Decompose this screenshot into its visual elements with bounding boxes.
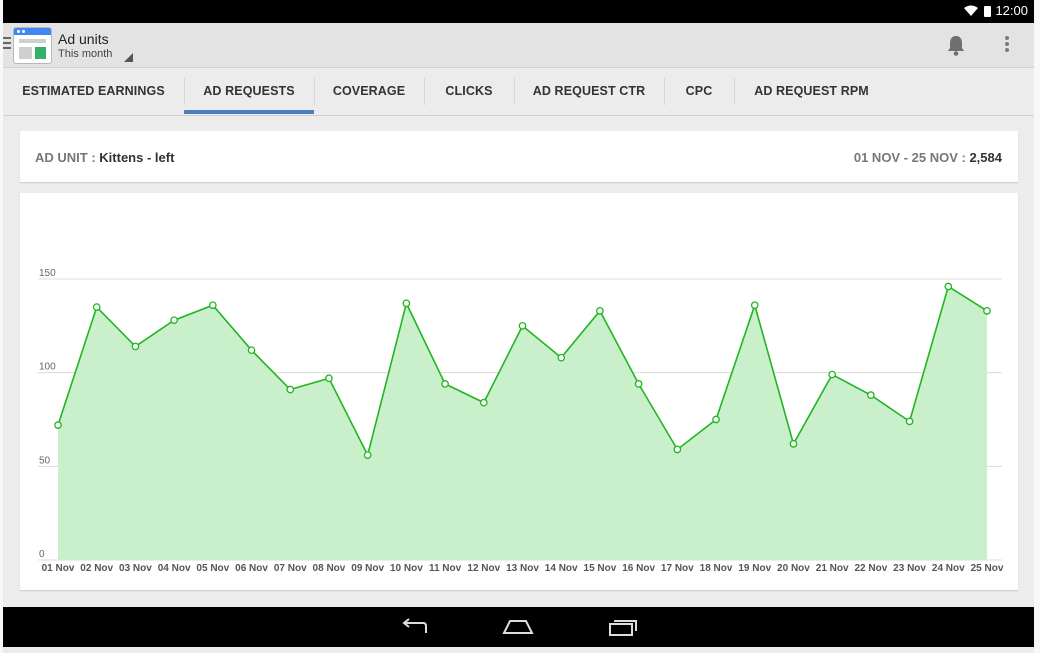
wifi-icon (964, 5, 978, 16)
x-tick-label: 10 Nov (390, 563, 423, 574)
summary-card: AD UNIT : Kittens - left 01 NOV - 25 NOV… (20, 131, 1018, 182)
x-tick-label: 06 Nov (235, 563, 268, 574)
app-icon[interactable] (13, 27, 52, 64)
data-point (983, 306, 991, 315)
menu-icon[interactable] (3, 37, 11, 52)
date-range-label: 01 NOV - 25 NOV : (853, 150, 970, 165)
x-tick-label: 13 Nov (506, 563, 539, 574)
x-tick-label: 12 Nov (467, 563, 500, 574)
data-point (673, 445, 682, 454)
tab-clicks[interactable]: CLICKS (424, 68, 514, 115)
data-point (828, 370, 837, 379)
x-tick-label: 20 Nov (777, 563, 810, 574)
x-tick-label: 24 Nov (932, 563, 965, 574)
x-tick-label: 05 Nov (196, 563, 229, 574)
tab-estimated-earnings[interactable]: ESTIMATED EARNINGS (3, 68, 184, 115)
data-point (54, 421, 62, 429)
x-tick-label: 19 Nov (738, 563, 771, 574)
recents-icon[interactable] (607, 617, 639, 637)
back-icon[interactable] (400, 617, 430, 637)
data-point (634, 380, 643, 388)
action-bar: Ad units This month (3, 23, 1034, 68)
x-tick-label: 21 Nov (816, 563, 849, 574)
data-point (905, 417, 914, 426)
x-tick-label: 08 Nov (313, 563, 346, 574)
x-tick-label: 14 Nov (545, 563, 578, 574)
y-tick-label: 100 (39, 362, 56, 373)
data-point (789, 440, 798, 448)
data-point (712, 415, 720, 424)
x-tick-label: 02 Nov (80, 563, 113, 574)
data-point (944, 282, 953, 291)
data-point (247, 346, 256, 355)
tab-ad-requests[interactable]: AD REQUESTS (184, 68, 314, 115)
data-point (363, 451, 372, 459)
x-tick-label: 23 Nov (893, 563, 926, 574)
period-selector[interactable]: This month (58, 48, 112, 60)
tab-ad-request-rpm[interactable]: AD REQUEST RPM (734, 68, 889, 115)
x-tick-label: 22 Nov (854, 563, 887, 574)
home-icon[interactable] (502, 617, 534, 637)
x-tick-label: 18 Nov (700, 563, 733, 574)
device-screen: 12:00 Ad units This month ESTIMATED EARN… (3, 0, 1034, 653)
x-tick-label: 17 Nov (661, 563, 694, 574)
x-tick-label: 16 Nov (622, 563, 655, 574)
x-tick-label: 03 Nov (119, 563, 152, 574)
ad-unit-value: Kittens - left (99, 150, 175, 165)
ad-unit-label: AD UNIT : (35, 150, 100, 165)
data-point (208, 301, 217, 310)
overflow-menu-icon[interactable] (1005, 36, 1009, 54)
navigation-bar (3, 607, 1034, 647)
x-tick-label: 09 Nov (351, 563, 384, 574)
data-point (286, 385, 295, 394)
y-tick-label: 150 (39, 268, 56, 279)
status-time: 12:00 (995, 3, 1028, 18)
x-tick-label: 04 Nov (158, 563, 191, 574)
data-point (750, 301, 759, 310)
data-point (92, 303, 101, 311)
dropdown-caret-icon[interactable] (124, 53, 133, 62)
data-point (441, 380, 449, 388)
data-point (402, 299, 411, 308)
data-point (596, 306, 604, 315)
data-point (557, 353, 566, 362)
ad-requests-chart[interactable]: 0 50 100 150 01 Nov 02 Nov 03 Nov 04 Nov 05 Nov 0… (20, 193, 1018, 590)
status-bar: 12:00 (3, 0, 1034, 23)
chart-card: 0 50 100 150 01 Nov 02 Nov 03 Nov 04 Nov 05 Nov 0… (20, 193, 1018, 590)
tab-cpc[interactable]: CPC (664, 68, 734, 115)
screen-title[interactable]: Ad units (58, 31, 109, 47)
tab-coverage[interactable]: COVERAGE (314, 68, 424, 115)
y-tick-label: 0 (39, 549, 45, 560)
metric-tabs: ESTIMATED EARNINGS AD REQUESTS COVERAGE … (3, 68, 1034, 116)
x-tick-label: 15 Nov (584, 563, 617, 574)
tab-ad-request-ctr[interactable]: AD REQUEST CTR (514, 68, 664, 115)
data-point (518, 321, 527, 330)
active-tab-indicator (184, 110, 314, 114)
y-tick-label: 50 (39, 455, 51, 466)
bell-icon[interactable] (946, 34, 966, 56)
data-point (479, 398, 488, 407)
data-point (170, 316, 178, 325)
date-range-summary: 01 NOV - 25 NOV : 2,584 (854, 150, 1002, 165)
battery-icon (984, 6, 991, 17)
total-value: 2,584 (969, 150, 1002, 165)
data-point (325, 374, 333, 383)
data-point (867, 391, 875, 399)
ad-unit-summary[interactable]: AD UNIT : Kittens - left (35, 150, 174, 165)
x-tick-label: 07 Nov (274, 563, 307, 574)
x-tick-label: 01 Nov (42, 563, 75, 574)
x-tick-label: 25 Nov (971, 563, 1004, 574)
x-tick-label: 11 Nov (429, 563, 462, 574)
data-point (131, 342, 140, 351)
